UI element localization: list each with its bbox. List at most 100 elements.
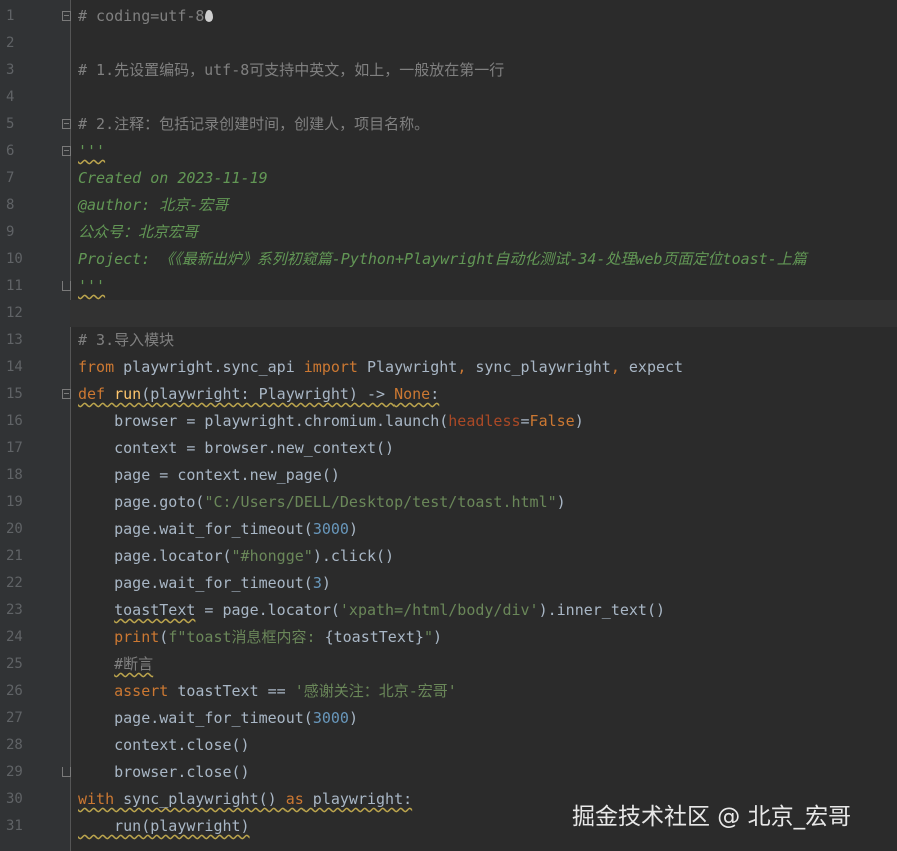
fold-collapse-icon[interactable]: [62, 119, 71, 129]
code-token: (playwright: Playwright) ->: [141, 385, 395, 403]
code-line[interactable]: 10 Project: 《《最新出炉》系列初窥篇-Python+Playwrigh…: [0, 246, 897, 273]
code-token: assert: [114, 682, 169, 700]
code-token: False: [529, 412, 575, 430]
code-line[interactable]: 18 page = context.new_page(): [0, 462, 897, 489]
code-line[interactable]: 4: [0, 84, 897, 111]
code-line[interactable]: 23 toastText = page.locator('xpath=/html…: [0, 597, 897, 624]
code-token: = page.locator(: [195, 601, 340, 619]
line-number: 16: [6, 413, 23, 429]
code-text: from playwright.sync_api import Playwrig…: [78, 354, 683, 381]
code-line[interactable]: 2: [0, 30, 897, 57]
line-number: 20: [6, 521, 23, 537]
line-number: 1: [6, 8, 15, 24]
fold-end-icon[interactable]: [62, 767, 71, 777]
line-number: 7: [6, 170, 15, 186]
code-text: ''': [78, 138, 105, 165]
code-line[interactable]: 6 ''': [0, 138, 897, 165]
code-token: 公众号：北京宏哥: [78, 223, 199, 241]
code-token: :: [430, 385, 440, 403]
code-token: with: [78, 790, 115, 808]
code-text: print(f"toast消息框内容: {toastText}"): [78, 624, 442, 651]
code-text: browser = playwright.chromium.launch(hea…: [78, 408, 584, 435]
code-line[interactable]: 1 # coding=utf-8: [0, 3, 897, 30]
code-text: #断言: [78, 651, 153, 678]
code-token: run: [114, 385, 142, 403]
fold-end-icon[interactable]: [62, 281, 71, 291]
code-line[interactable]: 3 # 1.先设置编码，utf-8可支持中英文，如上，一般放在第一行: [0, 57, 897, 84]
code-token: ): [432, 628, 442, 646]
code-token: import: [303, 358, 358, 376]
line-number: 3: [6, 62, 15, 78]
code-line[interactable]: 26 assert toastText == '感谢关注：北京-宏哥': [0, 678, 897, 705]
code-text: Project: 《《最新出炉》系列初窥篇-Python+Playwright自…: [78, 246, 807, 273]
code-token: context = browser.new_context(): [78, 439, 395, 457]
code-editor[interactable]: 1 # coding=utf-8 2 3 # 1.先设置编码，utf-8可支持中英文，如…: [0, 0, 897, 851]
code-line[interactable]: 24 print(f"toast消息框内容: {toastText}"): [0, 624, 897, 651]
code-token: # 1.先设置编码，utf-8可支持中英文，如上，一般放在第一行: [78, 61, 505, 79]
code-token: def: [78, 385, 106, 403]
code-line[interactable]: 12: [0, 300, 897, 327]
line-number: 13: [6, 332, 23, 348]
code-token: run(playwright): [78, 817, 250, 835]
code-line[interactable]: 28 context.close(): [0, 732, 897, 759]
code-line[interactable]: 11 ''': [0, 273, 897, 300]
drop-icon: [205, 10, 214, 22]
code-line[interactable]: 5 # 2.注释：包括记录创建时间，创建人，项目名称。: [0, 111, 897, 138]
code-token: ).click(): [312, 547, 395, 565]
line-number: 22: [6, 575, 23, 591]
code-text: page.wait_for_timeout(3000): [78, 705, 358, 732]
fold-collapse-icon[interactable]: [62, 146, 71, 156]
code-line[interactable]: 9 公众号：北京宏哥: [0, 219, 897, 246]
code-text: with sync_playwright() as playwright:: [78, 786, 412, 813]
code-line[interactable]: 20 page.wait_for_timeout(3000): [0, 516, 897, 543]
watermark-text: 掘金技术社区 @ 北京_宏哥: [572, 804, 852, 830]
line-number: 29: [6, 764, 23, 780]
code-token: browser.close(): [78, 763, 250, 781]
code-line[interactable]: 16 browser = playwright.chromium.launch(…: [0, 408, 897, 435]
code-line[interactable]: 17 context = browser.new_context(): [0, 435, 897, 462]
code-line[interactable]: 25 #断言: [0, 651, 897, 678]
line-number: 28: [6, 737, 23, 753]
code-line[interactable]: 7 Created on 2023-11-19: [0, 165, 897, 192]
code-line[interactable]: 27 page.wait_for_timeout(3000): [0, 705, 897, 732]
code-line[interactable]: 29 browser.close(): [0, 759, 897, 786]
line-number: 31: [6, 818, 23, 834]
code-text: # 2.注释：包括记录创建时间，创建人，项目名称。: [78, 111, 429, 138]
code-line[interactable]: 13 # 3.导入模块: [0, 327, 897, 354]
code-line[interactable]: 8 @author: 北京-宏哥: [0, 192, 897, 219]
line-number: 5: [6, 116, 15, 132]
code-token: (: [159, 628, 169, 646]
line-number: 18: [6, 467, 23, 483]
code-token: ): [574, 412, 584, 430]
code-token: ''': [78, 142, 106, 160]
code-line[interactable]: 21 page.locator("#hongge").click(): [0, 543, 897, 570]
code-token: Created on 2023-11-19: [78, 169, 268, 187]
code-line[interactable]: 22 page.wait_for_timeout(3): [0, 570, 897, 597]
code-token: context.close(): [78, 736, 250, 754]
code-token: sync_playwright: [475, 358, 611, 376]
code-text: browser.close(): [78, 759, 250, 786]
code-token: page.locator(: [78, 547, 232, 565]
code-token: toastText: [114, 601, 196, 619]
code-token: from: [78, 358, 115, 376]
fold-collapse-icon[interactable]: [62, 11, 71, 21]
code-token: page.wait_for_timeout(: [78, 574, 313, 592]
line-number: 9: [6, 224, 15, 240]
code-token: #断言: [114, 655, 154, 673]
code-token: ): [348, 520, 358, 538]
code-token: Project: 《《最新出炉》系列初窥篇-Python+Playwright自…: [78, 250, 807, 268]
line-number: 14: [6, 359, 23, 375]
fold-collapse-icon[interactable]: [62, 389, 71, 399]
code-line[interactable]: 14 from playwright.sync_api import Playwr…: [0, 354, 897, 381]
code-text: # 3.导入模块: [78, 327, 174, 354]
code-token: Playwright: [357, 358, 458, 376]
line-number: 8: [6, 197, 15, 213]
code-token: toastText ==: [168, 682, 295, 700]
code-line[interactable]: 19 page.goto("C:/Users/DELL/Desktop/test…: [0, 489, 897, 516]
code-token: sync_playwright(): [114, 790, 286, 808]
line-number: 25: [6, 656, 23, 672]
code-line[interactable]: 15 def run(playwright: Playwright) -> Non…: [0, 381, 897, 408]
code-text: 公众号：北京宏哥: [78, 219, 198, 246]
